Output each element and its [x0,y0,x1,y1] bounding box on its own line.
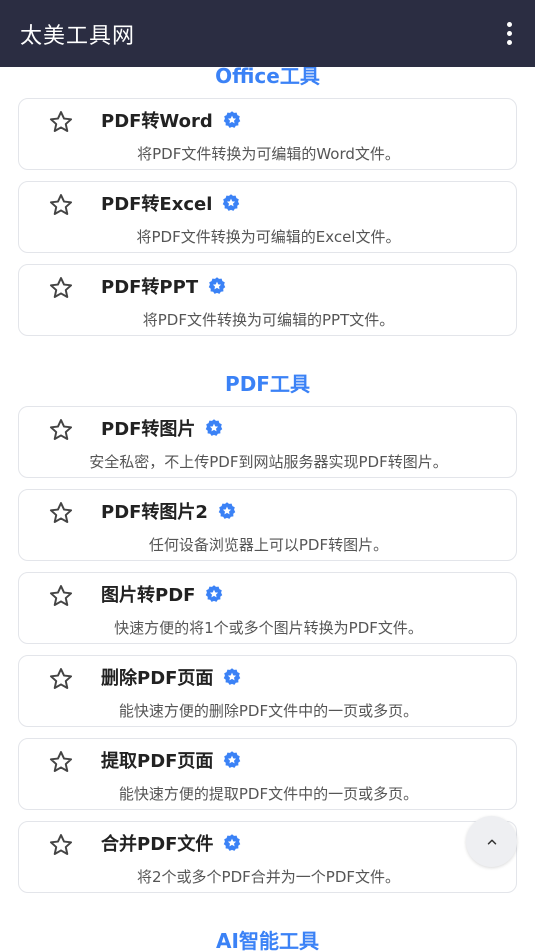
scroll-top-button[interactable] [466,816,517,867]
app-title: 太美工具网 [20,23,136,49]
tool-title: PDF转Word [101,107,242,133]
verified-badge-icon [223,111,241,128]
more-vertical-icon[interactable] [497,19,521,49]
tool-description: 将PDF文件转换为可编辑的Excel文件。 [136,228,401,246]
tool-card-delete-pdf-pages[interactable]: 删除PDF页面 能快速方便的删除PDF文件中的一页或多页。 [18,655,517,727]
tool-description: 将2个或多个PDF合并为一个PDF文件。 [137,868,400,886]
section-title-pdf: PDF工具 [225,372,310,396]
tool-title-text: 提取PDF页面 [101,751,214,772]
tool-title: 提取PDF页面 [101,747,242,773]
tool-title: 合并PDF文件 [101,830,242,856]
tool-card-pdf-to-excel[interactable]: PDF转Excel 将PDF文件转换为可编辑的Excel文件。 [18,181,517,253]
tool-description: 将PDF文件转换为可编辑的Word文件。 [137,145,400,163]
tool-card-image-to-pdf[interactable]: 图片转PDF 快速方便的将1个或多个图片转换为PDF文件。 [18,572,517,644]
tool-description: 能快速方便的删除PDF文件中的一页或多页。 [118,702,419,720]
tool-title-text: PDF转Excel [101,194,213,215]
verified-badge-icon [218,502,236,519]
tool-list: Office工具 PDF转Word 将PDF文件转换为可编辑的Word文件。 P… [0,67,535,951]
verified-badge-icon [224,751,241,768]
tool-title: PDF转图片 [101,415,224,441]
chevron-up-icon [487,838,496,845]
section-title-ai: AI智能工具 [216,929,319,951]
tool-title-text: PDF转图片 [101,419,196,440]
tool-title-text: 合并PDF文件 [101,834,214,855]
tool-title: 删除PDF页面 [101,664,242,690]
tool-title-text: PDF转Word [101,111,213,132]
section-title-office: Office工具 [215,67,320,88]
star-outline-icon[interactable] [48,192,74,218]
star-outline-icon[interactable] [48,109,74,135]
tool-description: 将PDF文件转换为可编辑的PPT文件。 [142,311,395,329]
tool-title: 图片转PDF [101,581,224,607]
tool-title: PDF转Excel [101,190,241,216]
tool-card-pdf-to-word[interactable]: PDF转Word 将PDF文件转换为可编辑的Word文件。 [18,98,517,170]
tool-card-pdf-to-ppt[interactable]: PDF转PPT 将PDF文件转换为可编辑的PPT文件。 [18,264,517,336]
star-outline-icon[interactable] [48,832,74,858]
verified-badge-icon [224,668,241,685]
star-outline-icon[interactable] [48,749,74,775]
tool-title-text: PDF转图片2 [101,502,208,523]
star-outline-icon[interactable] [48,275,74,301]
verified-badge-icon [223,194,240,211]
tool-card-merge-pdf[interactable]: 合并PDF文件 将2个或多个PDF合并为一个PDF文件。 [18,821,517,893]
tool-card-pdf-to-image[interactable]: PDF转图片 安全私密，不上传PDF到网站服务器实现PDF转图片。 [18,406,517,478]
verified-badge-icon [206,419,223,436]
star-outline-icon[interactable] [48,583,74,609]
verified-badge-icon [208,277,226,294]
star-outline-icon[interactable] [48,666,74,692]
verified-badge-icon [224,834,241,851]
tool-title-text: 图片转PDF [101,585,196,606]
tool-title: PDF转图片2 [101,498,237,524]
tool-card-pdf-to-image-2[interactable]: PDF转图片2 任何设备浏览器上可以PDF转图片。 [18,489,517,561]
tool-description: 能快速方便的提取PDF文件中的一页或多页。 [118,785,419,803]
star-outline-icon[interactable] [48,417,74,443]
tool-title-text: 删除PDF页面 [101,668,214,689]
tool-description: 安全私密，不上传PDF到网站服务器实现PDF转图片。 [89,453,448,471]
app-bar: 太美工具网 [0,0,535,67]
tool-card-extract-pdf-pages[interactable]: 提取PDF页面 能快速方便的提取PDF文件中的一页或多页。 [18,738,517,810]
tool-title: PDF转PPT [101,273,227,299]
star-outline-icon[interactable] [48,500,74,526]
tool-description: 快速方便的将1个或多个图片转换为PDF文件。 [114,619,423,637]
tool-description: 任何设备浏览器上可以PDF转图片。 [148,536,389,554]
tool-title-text: PDF转PPT [101,277,199,298]
verified-badge-icon [206,585,223,602]
